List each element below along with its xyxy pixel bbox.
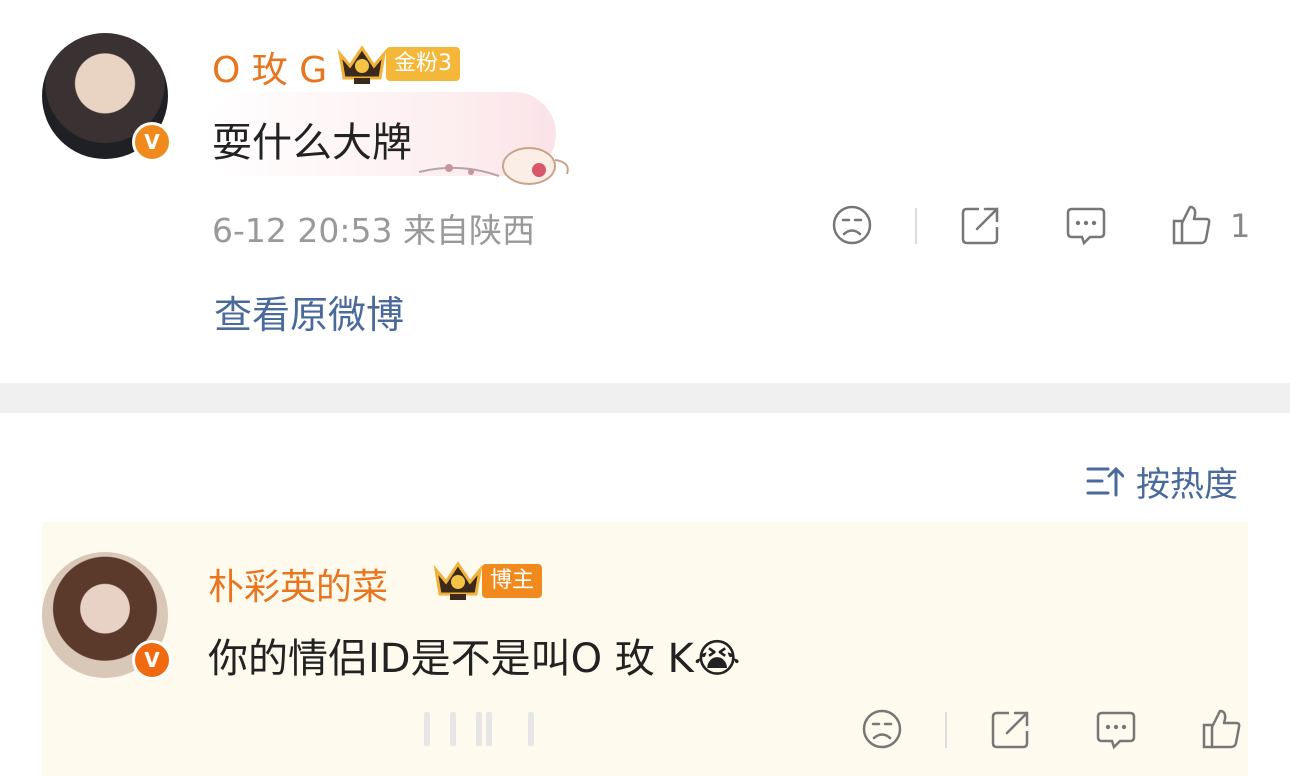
sort-label: 按热度 bbox=[1136, 464, 1238, 505]
thumbs-up-icon[interactable] bbox=[1170, 203, 1214, 247]
verified-v-icon: V bbox=[132, 640, 172, 680]
comment-icon[interactable] bbox=[1064, 203, 1108, 247]
sort-button[interactable]: 按热度 bbox=[1086, 459, 1238, 505]
crying-emoji-icon: 😭 bbox=[693, 636, 741, 682]
comment-text: 你的情侣ID是不是叫O 玫 K😭 bbox=[208, 626, 741, 684]
like-count: 1 bbox=[1230, 207, 1251, 245]
thumbs-up-icon[interactable] bbox=[1200, 707, 1244, 751]
divider bbox=[945, 712, 947, 748]
comment-body: 你的情侣ID是不是叫O 玫 K bbox=[208, 636, 694, 682]
share-icon[interactable] bbox=[989, 707, 1033, 751]
share-icon[interactable] bbox=[959, 203, 1003, 247]
author-badge: 博主 bbox=[482, 564, 543, 598]
crown-icon bbox=[337, 45, 387, 84]
dislike-face-icon[interactable] bbox=[830, 203, 874, 247]
dislike-face-icon[interactable] bbox=[860, 707, 904, 751]
crown-icon bbox=[433, 561, 483, 600]
section-separator bbox=[0, 383, 1290, 413]
divider bbox=[915, 208, 917, 244]
timestamp: 6-12 20:53 bbox=[212, 211, 393, 250]
view-original-post-link[interactable]: 查看原微博 bbox=[214, 284, 404, 339]
fan-level-badge: 金粉3 bbox=[386, 47, 460, 81]
sort-icon bbox=[1086, 466, 1124, 497]
comment-icon[interactable] bbox=[1094, 707, 1138, 751]
username[interactable]: O 玫 G bbox=[212, 41, 327, 93]
comment-meta: 6-12 20:53 来自陕西 bbox=[212, 204, 535, 252]
comment-text: 耍什么大牌 bbox=[212, 120, 412, 166]
username[interactable]: 朴彩英的菜 bbox=[208, 558, 388, 610]
verified-v-icon: V bbox=[132, 122, 172, 162]
teapot-decoration-icon bbox=[419, 147, 569, 185]
location: 来自陕西 bbox=[403, 211, 535, 250]
